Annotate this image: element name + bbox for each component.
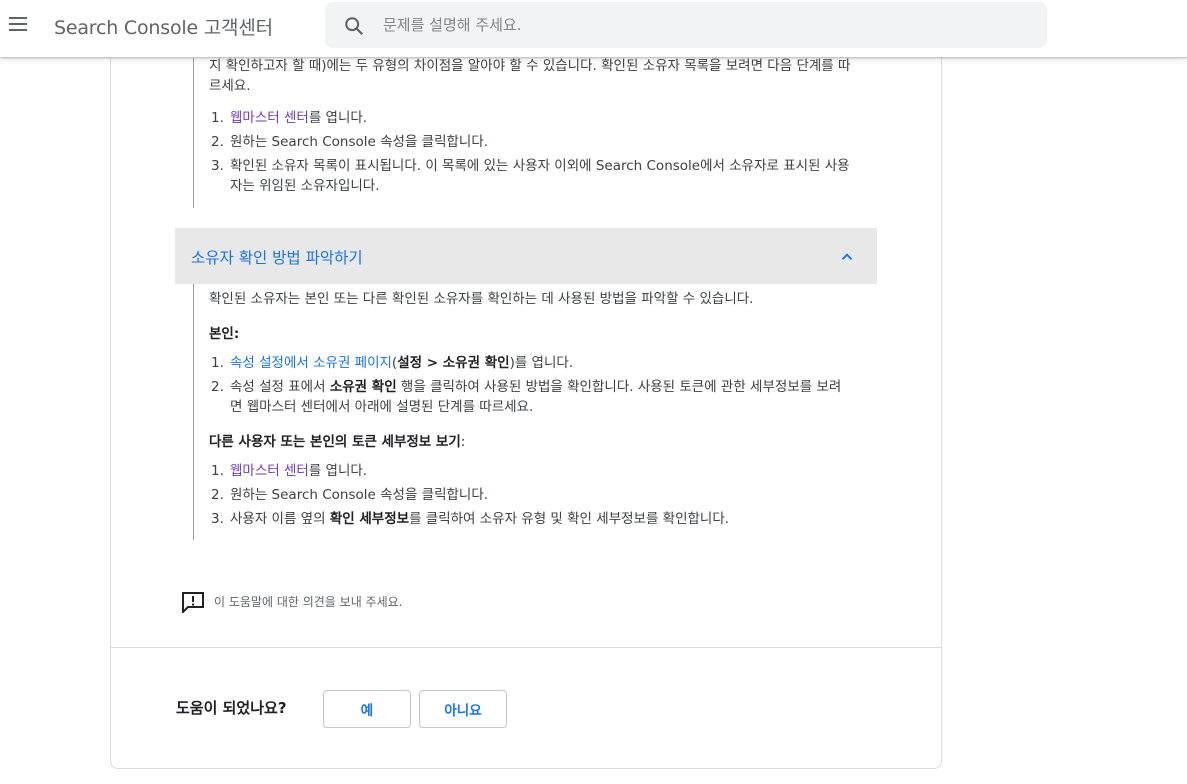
list-item: 1. 속성 설정에서 소유권 페이지(설정 > 소유권 확인)를 엽니다. bbox=[211, 355, 574, 371]
app-title[interactable]: Search Console 고객센터 bbox=[54, 13, 273, 40]
list-item: 2. 원하는 Search Console 속성을 클릭합니다. bbox=[211, 134, 489, 150]
search-icon[interactable] bbox=[343, 15, 365, 37]
accordion-intro-text: 확인된 소유자는 본인 또는 다른 확인된 소유자를 확인하는 데 사용된 방법… bbox=[209, 291, 754, 307]
yes-button[interactable]: 예 bbox=[323, 690, 411, 728]
helpful-question: 도움이 되었나요? bbox=[176, 699, 287, 717]
webmaster-center-link[interactable]: 웹마스터 센터 bbox=[230, 463, 309, 479]
list-item: 2. 속성 설정 표에서 소유권 확인 행을 클릭하여 사용된 방법을 확인합니다… bbox=[211, 379, 842, 415]
self-heading: 본인: bbox=[209, 326, 240, 342]
section-intro-text: 지 확인하고자 할 때)에는 두 유형의 차이점을 알아야 할 수 있습니다. … bbox=[209, 58, 851, 94]
list-item: 3. 사용자 이름 옆의 확인 세부정보를 클릭하여 소유자 유형 및 확인 세부… bbox=[211, 511, 730, 527]
accordion-title: 소유자 확인 방법 파악하기 bbox=[191, 249, 363, 267]
chevron-up-icon bbox=[841, 253, 853, 260]
no-button[interactable]: 아니요 bbox=[419, 690, 507, 728]
self-steps-list: 1. 속성 설정에서 소유권 페이지(설정 > 소유권 확인)를 엽니다. 2. 속… bbox=[211, 353, 851, 421]
list-item: 2. 원하는 Search Console 속성을 클릭합니다. bbox=[211, 487, 489, 503]
section-quote-border bbox=[193, 58, 194, 208]
divider bbox=[111, 647, 941, 648]
list-item: 1. 웹마스터 센터를 엽니다. bbox=[211, 463, 368, 479]
webmaster-center-link[interactable]: 웹마스터 센터 bbox=[230, 110, 309, 126]
ownership-page-link[interactable]: 속성 설정에서 소유권 페이지 bbox=[230, 355, 392, 371]
top-app-bar: Search Console 고객센터 bbox=[0, 0, 1187, 57]
section-steps-list: 1. 웹마스터 센터를 엽니다. 2. 원하는 Search Console 속성을… bbox=[211, 108, 851, 200]
other-steps-list: 1. 웹마스터 센터를 엽니다. 2. 원하는 Search Console 속성을… bbox=[211, 461, 851, 533]
feedback-icon[interactable] bbox=[181, 591, 205, 613]
feedback-link[interactable]: 이 도움말에 대한 의견을 보내 주세요. bbox=[214, 593, 403, 610]
other-heading: 다른 사용자 또는 본인의 토큰 세부정보 보기: bbox=[209, 434, 466, 450]
list-item: 1. 웹마스터 센터를 엽니다. bbox=[211, 110, 368, 126]
list-item: 3. 확인된 소유자 목록이 표시됩니다. 이 목록에 있는 사용자 이외에 Se… bbox=[211, 158, 850, 194]
search-input[interactable] bbox=[383, 2, 1023, 48]
menu-icon[interactable] bbox=[6, 12, 30, 36]
accordion-quote-border bbox=[193, 284, 194, 540]
accordion-header[interactable]: 소유자 확인 방법 파악하기 bbox=[175, 228, 877, 284]
search-bar[interactable] bbox=[325, 2, 1047, 48]
